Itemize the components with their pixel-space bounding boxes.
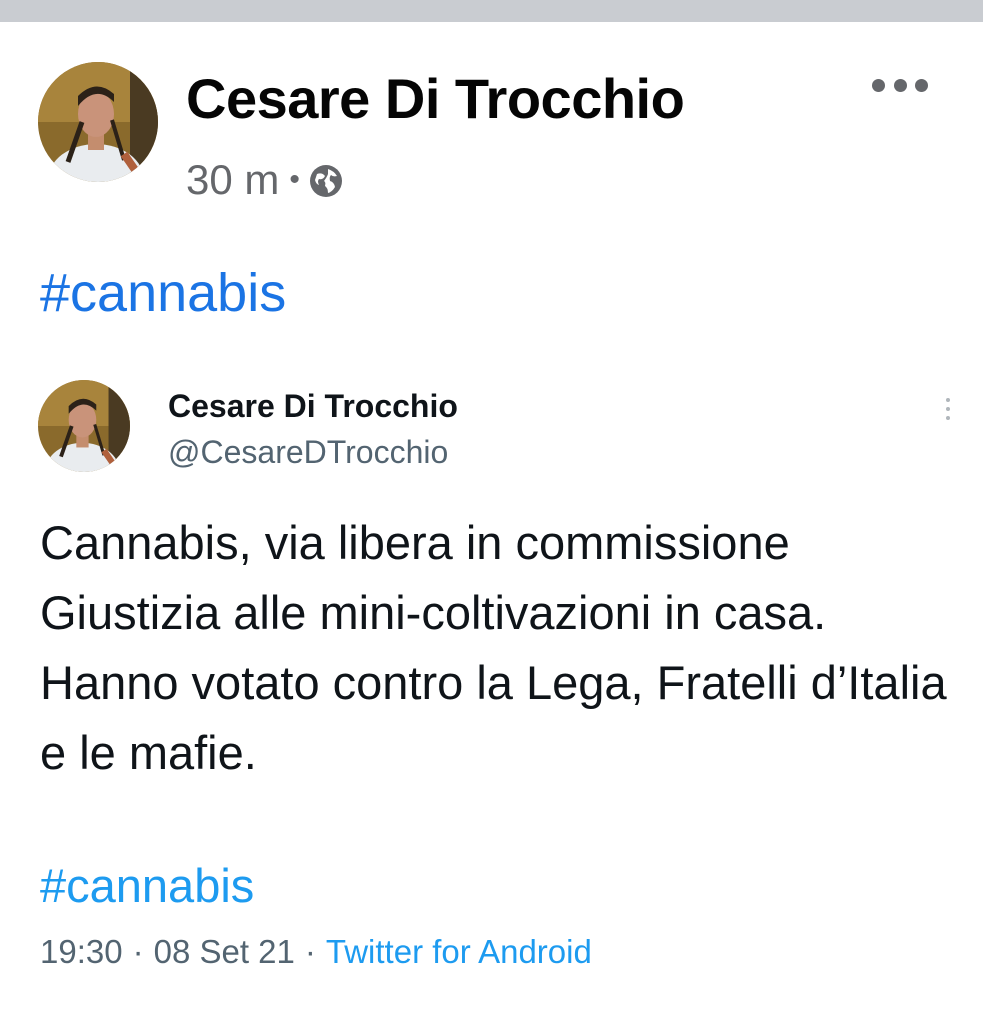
author-name[interactable]: Cesare Di Trocchio xyxy=(186,66,685,131)
more-horizontal-icon xyxy=(872,78,885,92)
meta-separator: • xyxy=(289,163,300,196)
post-time[interactable]: 30 m xyxy=(186,156,279,204)
author-avatar[interactable] xyxy=(38,62,158,182)
more-options-button[interactable] xyxy=(872,78,928,92)
footer-separator: · xyxy=(132,933,144,970)
globe-icon[interactable] xyxy=(308,163,344,199)
tweet-hashtag-link[interactable]: #cannabis xyxy=(40,858,254,913)
tweet-author-name[interactable]: Cesare Di Trocchio xyxy=(168,388,458,425)
post-hashtag-link[interactable]: #cannabis xyxy=(40,262,286,324)
top-bar xyxy=(0,0,983,22)
more-dot xyxy=(915,78,928,92)
tweet-author-handle[interactable]: @CesareDTrocchio xyxy=(168,434,448,471)
tweet-time: 19:30 xyxy=(40,933,123,970)
tweet-text: Cannabis, via libera in commissione Gius… xyxy=(40,516,947,779)
more-dot xyxy=(946,398,950,402)
post-meta: 30 m • xyxy=(186,150,344,210)
footer-separator: · xyxy=(304,933,316,970)
more-dot xyxy=(893,78,907,92)
tweet-source-link[interactable]: Twitter for Android xyxy=(326,933,592,971)
tweet-author-avatar[interactable] xyxy=(38,380,130,472)
more-dot xyxy=(946,416,950,420)
tweet-footer: 19:30 · 08 Set 21 · Twitter for Android xyxy=(40,930,592,974)
more-vertical-icon[interactable] xyxy=(946,398,952,420)
tweet-date: 08 Set 21 xyxy=(153,933,295,970)
more-dot xyxy=(946,407,950,411)
